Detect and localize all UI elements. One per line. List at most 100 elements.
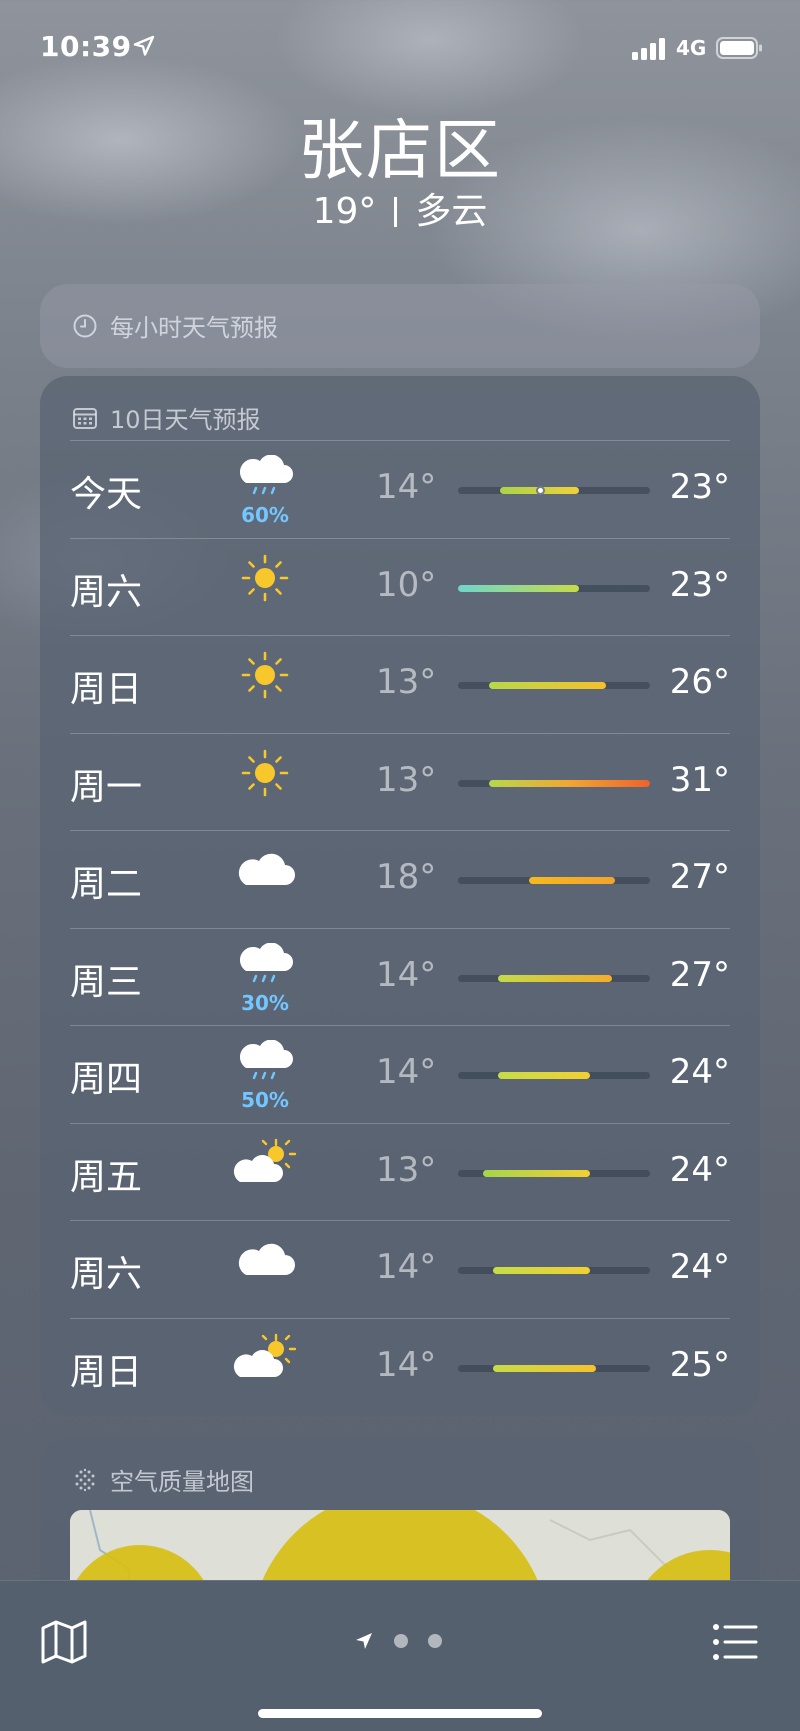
sun-icon xyxy=(230,553,300,623)
high-temperature: 27° xyxy=(669,857,730,897)
page-dot[interactable] xyxy=(394,1634,408,1648)
bottom-toolbar xyxy=(0,1580,800,1731)
forecast-row[interactable]: 周四 50% 14° 24° xyxy=(70,1025,730,1123)
temperature-range-fill xyxy=(492,1364,597,1372)
forecast-row[interactable]: 周五 13° 24° xyxy=(70,1122,730,1221)
forecast-row[interactable]: 周三 30% 14° 27° xyxy=(70,927,730,1026)
temperature-range-fill xyxy=(529,877,616,884)
high-temperature: 23° xyxy=(669,564,730,605)
low-temperature: 13° xyxy=(376,1149,437,1190)
forecast-rows: 今天 60% 14° 23° 周六 10° 23° 周日 13° 26° 周一 … xyxy=(70,440,730,1415)
clock-icon xyxy=(73,314,97,337)
forecast-row[interactable]: 今天 60% 14° 23° xyxy=(70,440,730,538)
temperature-range-fill xyxy=(488,682,606,689)
weather-header: 张店区 19° 多云 xyxy=(0,112,800,234)
sun-icon xyxy=(230,748,300,818)
temperature-range-bar xyxy=(458,486,650,495)
low-temperature: 13° xyxy=(376,759,437,800)
current-temperature: 19° xyxy=(312,191,377,232)
temperature-range-fill xyxy=(488,779,650,787)
low-temperature: 18° xyxy=(376,857,437,897)
status-time: 10:39 xyxy=(40,30,132,63)
temperature-range-fill xyxy=(498,1072,591,1079)
low-temperature: 13° xyxy=(376,662,437,702)
low-temperature: 14° xyxy=(376,1247,437,1287)
low-temperature: 14° xyxy=(376,1344,437,1385)
temperature-range-bar xyxy=(458,1364,650,1372)
high-temperature: 24° xyxy=(669,1052,730,1092)
hourly-forecast-title: 每小时天气预报 xyxy=(110,314,278,342)
page-indicator[interactable] xyxy=(354,1631,442,1651)
summary-divider xyxy=(394,197,398,227)
temperature-range-fill xyxy=(498,974,612,982)
forecast-day: 周一 xyxy=(70,766,143,808)
air-quality-icon xyxy=(75,1468,95,1491)
precip-chance: 30% xyxy=(241,990,289,1015)
high-temperature: 23° xyxy=(669,467,730,507)
low-temperature: 14° xyxy=(376,954,437,995)
city-name: 张店区 xyxy=(298,112,502,189)
partly-sunny-icon xyxy=(230,1138,300,1208)
network-type: 4G xyxy=(676,36,707,60)
hourly-forecast-card[interactable]: 每小时天气预报 xyxy=(40,284,760,368)
temperature-range-fill xyxy=(458,584,579,592)
forecast-row[interactable]: 周日 14° 25° xyxy=(70,1317,730,1416)
low-temperature: 10° xyxy=(376,564,437,605)
forecast-day: 周日 xyxy=(70,1351,143,1393)
forecast-day: 周三 xyxy=(70,961,143,1003)
ten-day-forecast-card: 10日天气预报 今天 60% 14° 23° 周六 10° 23° 周日 13°… xyxy=(40,376,760,1416)
air-quality-title: 空气质量地图 xyxy=(110,1468,254,1496)
forecast-day: 今天 xyxy=(70,474,143,515)
temperature-range-bar xyxy=(458,1169,650,1177)
high-temperature: 31° xyxy=(669,759,730,800)
precip-chance: 60% xyxy=(241,503,289,527)
ten-day-forecast-title: 10日天气预报 xyxy=(110,406,261,434)
location-arrow-icon[interactable] xyxy=(354,1631,374,1651)
high-temperature: 26° xyxy=(669,662,730,702)
location-arrow-icon xyxy=(133,35,155,56)
cloud-icon xyxy=(230,845,300,915)
forecast-row[interactable]: 周二 18° 27° xyxy=(70,830,730,928)
forecast-day: 周五 xyxy=(70,1156,143,1198)
temperature-range-bar xyxy=(458,682,650,689)
ten-day-forecast-header: 10日天气预报 xyxy=(72,400,261,435)
forecast-day: 周四 xyxy=(70,1059,143,1100)
map-icon[interactable] xyxy=(40,1619,88,1665)
list-icon[interactable] xyxy=(712,1623,758,1661)
low-temperature: 14° xyxy=(376,467,437,507)
current-summary: 19° 多云 xyxy=(0,190,800,234)
partly-sunny-icon xyxy=(230,1333,300,1403)
high-temperature: 25° xyxy=(669,1344,730,1385)
high-temperature: 24° xyxy=(669,1247,730,1287)
hourly-forecast-header: 每小时天气预报 xyxy=(72,308,278,343)
temperature-range-bar xyxy=(458,779,650,787)
temperature-range-bar xyxy=(458,974,650,982)
air-quality-header: 空气质量地图 xyxy=(72,1462,254,1497)
signal-icon xyxy=(632,38,665,60)
forecast-day: 周六 xyxy=(70,1254,143,1295)
status-bar: 10:39 4G xyxy=(0,0,800,100)
high-temperature: 24° xyxy=(669,1149,730,1190)
sun-icon xyxy=(230,650,300,720)
temperature-range-bar xyxy=(458,877,650,884)
forecast-day: 周日 xyxy=(70,669,143,710)
high-temperature: 27° xyxy=(669,954,730,995)
temperature-range-fill xyxy=(492,1267,591,1274)
battery-icon xyxy=(716,37,762,59)
low-temperature: 14° xyxy=(376,1052,437,1092)
forecast-row[interactable]: 周六 10° 23° xyxy=(70,537,730,636)
home-indicator[interactable] xyxy=(258,1709,542,1718)
forecast-row[interactable]: 周六 14° 24° xyxy=(70,1220,730,1318)
forecast-day: 周六 xyxy=(70,571,143,613)
forecast-row[interactable]: 周一 13° 31° xyxy=(70,732,730,831)
calendar-icon xyxy=(73,407,97,429)
forecast-row[interactable]: 周日 13° 26° xyxy=(70,635,730,733)
page-dot[interactable] xyxy=(428,1634,442,1648)
current-temperature-marker xyxy=(536,486,546,495)
temperature-range-bar xyxy=(458,584,650,592)
precip-chance: 50% xyxy=(241,1088,289,1112)
forecast-day: 周二 xyxy=(70,864,143,905)
temperature-range-bar xyxy=(458,1072,650,1079)
temperature-range-fill xyxy=(482,1169,591,1177)
cloud-icon xyxy=(230,1235,300,1305)
